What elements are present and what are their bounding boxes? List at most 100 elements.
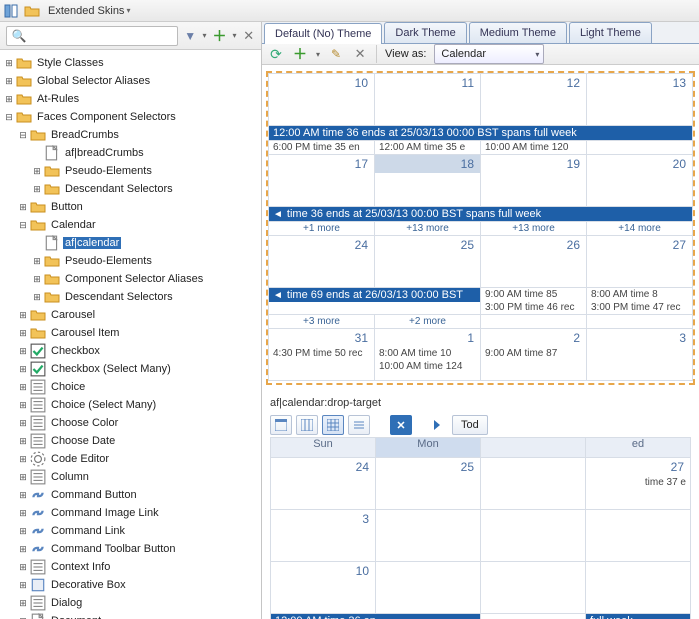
month-view-button[interactable] (322, 415, 344, 435)
collapse-icon[interactable]: ⊟ (2, 112, 16, 123)
next-button[interactable] (426, 415, 448, 435)
tree-node[interactable]: ⊞Carousel (0, 306, 261, 324)
calendar-event[interactable]: ◄time 69 ends at 26/03/13 00:00 BST (269, 288, 480, 302)
selector-tree[interactable]: ⊞Style Classes⊞Global Selector Aliases⊞A… (0, 50, 261, 619)
day-number[interactable]: 3 (271, 510, 375, 528)
tree-node[interactable]: ⊞Checkbox (0, 342, 261, 360)
theme-tab[interactable]: Light Theme (569, 22, 652, 43)
day-number[interactable]: 3 (587, 329, 692, 347)
day-view-button[interactable] (270, 415, 292, 435)
day-number[interactable]: 26 (481, 236, 586, 254)
expand-icon[interactable]: ⊞ (16, 436, 30, 447)
day-number[interactable]: 25 (376, 458, 480, 476)
day-number[interactable]: 27 (587, 236, 692, 254)
more-link[interactable]: +3 more (269, 315, 374, 328)
more-link[interactable]: +13 more (375, 222, 480, 235)
tree-node[interactable]: ⊞At-Rules (0, 90, 261, 108)
expand-icon[interactable]: ⊞ (16, 472, 30, 483)
expand-icon[interactable]: ⊞ (30, 166, 44, 177)
theme-tab[interactable]: Medium Theme (469, 22, 567, 43)
tree-node[interactable]: ⊞Pseudo-Elements (0, 252, 261, 270)
expand-icon[interactable]: ⊞ (2, 76, 16, 87)
day-number[interactable]: 10 (269, 74, 374, 92)
search-field[interactable] (27, 29, 173, 43)
tree-node[interactable]: ⊞Component Selector Aliases (0, 270, 261, 288)
day-number[interactable]: 10 (271, 562, 375, 580)
day-number[interactable]: 11 (375, 74, 480, 92)
panel-toggle-icon[interactable] (4, 3, 20, 19)
expand-icon[interactable]: ⊞ (16, 328, 30, 339)
more-link[interactable]: +1 more (269, 222, 374, 235)
day-number[interactable]: 18 (375, 155, 480, 173)
day-number[interactable]: 13 (587, 74, 692, 92)
expand-icon[interactable]: ⊞ (30, 292, 44, 303)
delete-icon[interactable]: ✕ (243, 28, 255, 44)
tree-node[interactable]: ⊞Column (0, 468, 261, 486)
today-button[interactable]: Tod (452, 415, 488, 435)
day-number[interactable]: 17 (269, 155, 374, 173)
expand-icon[interactable]: ⊞ (16, 382, 30, 393)
filter-icon[interactable]: ▼ (184, 28, 196, 44)
tree-node[interactable]: ⊞Pseudo-Elements (0, 162, 261, 180)
day-number[interactable]: 1 (375, 329, 480, 347)
theme-tab[interactable]: Dark Theme (384, 22, 466, 43)
edit-icon[interactable]: ✎ (328, 46, 344, 62)
calendar-event[interactable]: ◄time 36 ends at 25/03/13 00:00 BST span… (269, 207, 692, 221)
expand-icon[interactable]: ⊞ (16, 454, 30, 465)
calendar-event[interactable]: 12:00 AM time 36 en (271, 614, 480, 619)
expand-icon[interactable]: ⊞ (16, 310, 30, 321)
expand-icon[interactable]: ⊞ (16, 418, 30, 429)
expand-icon[interactable]: ⊞ (30, 256, 44, 267)
tree-node[interactable]: ⊟Faces Component Selectors (0, 108, 261, 126)
tree-node[interactable]: ⊞Button (0, 198, 261, 216)
collapse-icon[interactable]: ⊟ (16, 130, 30, 141)
day-number[interactable]: 24 (269, 236, 374, 254)
expand-icon[interactable]: ⊞ (2, 58, 16, 69)
tree-node[interactable]: ⊞Descendant Selectors (0, 288, 261, 306)
tree-node[interactable]: af|calendar (0, 234, 261, 252)
remove-icon[interactable]: ✕ (352, 46, 368, 62)
tree-node[interactable]: ⊞Document (0, 612, 261, 619)
expand-icon[interactable]: ⊞ (16, 616, 30, 619)
tree-node[interactable]: ⊞Style Classes (0, 54, 261, 72)
day-number[interactable]: 2 (481, 329, 586, 347)
more-link[interactable]: +14 more (587, 222, 692, 235)
tree-node[interactable]: ⊞Command Toolbar Button (0, 540, 261, 558)
expand-icon[interactable]: ⊞ (30, 184, 44, 195)
expand-icon[interactable]: ⊞ (16, 364, 30, 375)
tree-node[interactable]: ⊞Checkbox (Select Many) (0, 360, 261, 378)
week-view-button[interactable] (296, 415, 318, 435)
expand-icon[interactable]: ⊞ (16, 598, 30, 609)
tree-node[interactable]: ⊞Decorative Box (0, 576, 261, 594)
add-icon[interactable]: ＋ (213, 28, 227, 44)
day-number[interactable]: 20 (587, 155, 692, 173)
tree-node[interactable]: ⊞Descendant Selectors (0, 180, 261, 198)
tree-node[interactable]: af|breadCrumbs (0, 144, 261, 162)
tree-node[interactable]: ⊞Choice (Select Many) (0, 396, 261, 414)
expand-icon[interactable]: ⊞ (16, 490, 30, 501)
expand-icon[interactable]: ⊞ (16, 202, 30, 213)
day-number[interactable]: 19 (481, 155, 586, 173)
tree-node[interactable]: ⊟BreadCrumbs (0, 126, 261, 144)
expand-icon[interactable]: ⊞ (16, 508, 30, 519)
day-number[interactable]: 24 (271, 458, 375, 476)
tree-node[interactable]: ⊞Dialog (0, 594, 261, 612)
expand-icon[interactable]: ⊞ (16, 346, 30, 357)
add-button[interactable]: ＋ (292, 46, 308, 62)
tree-node[interactable]: ⊞Code Editor (0, 450, 261, 468)
tree-node[interactable]: ⊞Choose Color (0, 414, 261, 432)
day-number[interactable]: 27 (586, 458, 690, 476)
day-number[interactable]: 12 (481, 74, 586, 92)
tree-node[interactable]: ⊞Global Selector Aliases (0, 72, 261, 90)
tree-node[interactable]: ⊞Carousel Item (0, 324, 261, 342)
tree-node[interactable]: ⊞Choose Date (0, 432, 261, 450)
expand-icon[interactable]: ⊞ (30, 274, 44, 285)
expand-icon[interactable]: ⊞ (16, 526, 30, 537)
tree-node[interactable]: ⊞Choice (0, 378, 261, 396)
list-view-button[interactable] (348, 415, 370, 435)
refresh-icon[interactable]: ⟳ (268, 46, 284, 62)
skin-dropdown[interactable]: Extended Skins (44, 5, 134, 17)
day-number[interactable]: 31 (269, 329, 374, 347)
tree-node[interactable]: ⊞Context Info (0, 558, 261, 576)
tree-node[interactable]: ⊟Calendar (0, 216, 261, 234)
